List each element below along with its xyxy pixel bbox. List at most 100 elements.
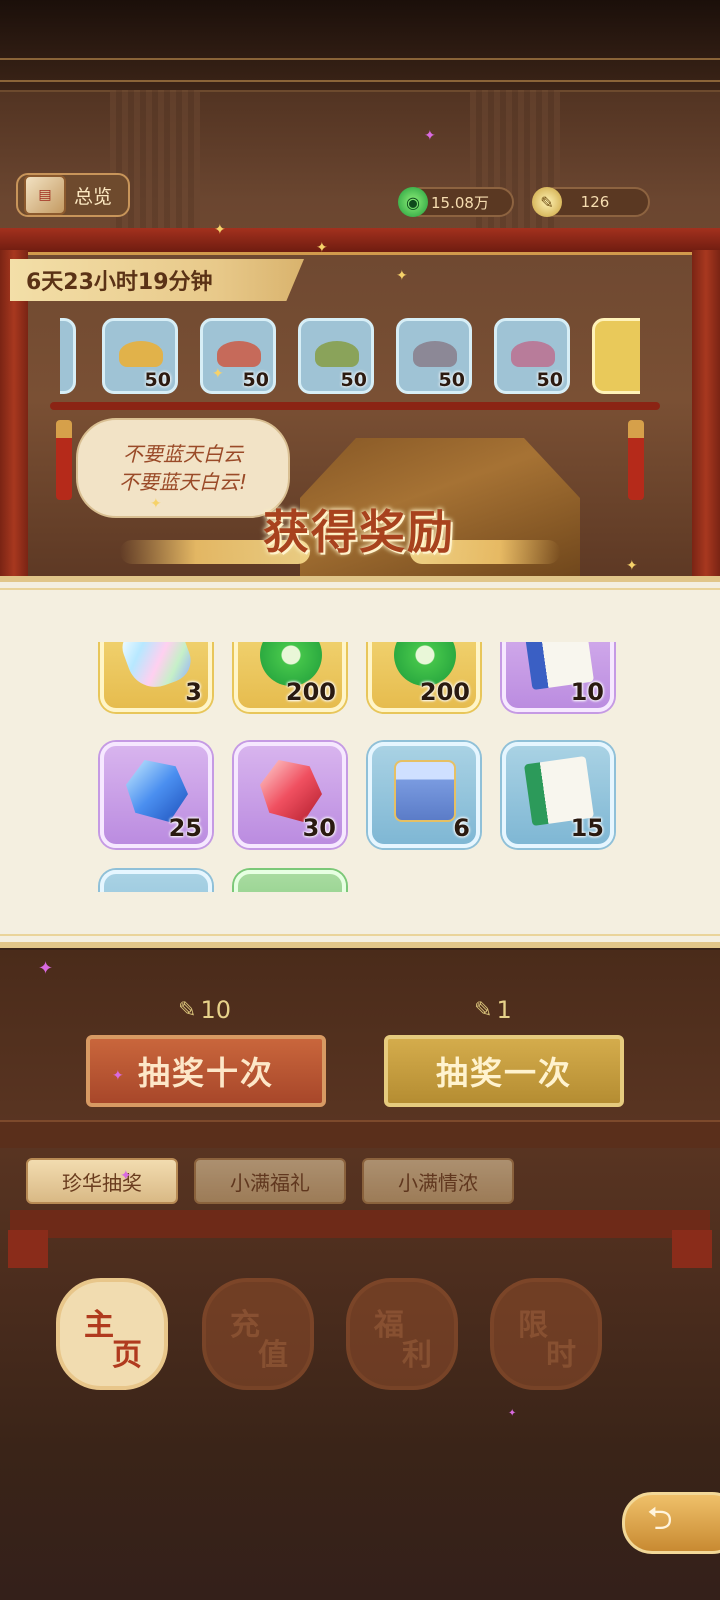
sparkle-icon: ✦ [38, 958, 54, 979]
reward-item[interactable]: 6 [368, 742, 480, 848]
one-draw-cost-value: 1 [496, 996, 512, 1024]
overview-label: 总览 [74, 185, 113, 208]
powder-pile-icon [217, 341, 261, 367]
prize-item[interactable]: 50 [494, 318, 570, 394]
prize-item[interactable]: 50 [200, 318, 276, 394]
left-pillar [0, 250, 28, 610]
reward-item[interactable]: 200 [368, 642, 480, 712]
reward-grid[interactable]: 3 200 200 10 25 30 6 15 [96, 642, 626, 892]
reward-item[interactable] [234, 870, 346, 892]
draw-one-button[interactable]: 抽奖一次 [384, 1035, 624, 1107]
feather-icon: ✎ [474, 997, 493, 1023]
overview-button[interactable]: ▤ 总览 [16, 173, 130, 217]
speech-line: 不要蓝天白云! [118, 470, 248, 494]
reward-title: 获得奖励 [263, 505, 455, 559]
nav-char: 限 [518, 1308, 548, 1343]
back-button[interactable]: ⮌ [622, 1492, 720, 1554]
tassel-decoration [56, 420, 72, 500]
sparkle-icon: ✦ [112, 1068, 124, 1084]
prize-item[interactable]: 50 [102, 318, 178, 394]
prize-item[interactable]: 50 [298, 318, 374, 394]
tab-xiaoman-gift[interactable]: 小满福礼 [194, 1158, 346, 1204]
reward-item[interactable] [100, 870, 212, 892]
book-icon: ▤ [24, 175, 66, 215]
reward-qty: 10 [570, 678, 604, 706]
speech-line: 不要蓝天白云 [123, 442, 243, 466]
red-crystal-icon [260, 760, 322, 822]
feather-icon: ✎ [532, 187, 562, 217]
base-leg [8, 1230, 48, 1268]
powder-pile-icon [413, 341, 457, 367]
prize-item[interactable]: 50 [396, 318, 472, 394]
reward-item[interactable]: 25 [100, 742, 212, 848]
right-pillar [692, 250, 720, 610]
feather-amount: 126 [580, 193, 610, 211]
sparkle-icon: ✦ [316, 240, 328, 256]
sparkle-icon: ✦ [396, 268, 408, 284]
prize-item[interactable] [60, 318, 76, 394]
nav-char: 利 [402, 1338, 432, 1373]
powder-pile-icon [119, 341, 163, 367]
tab-xiaoman-love[interactable]: 小满情浓 [362, 1158, 514, 1204]
prize-item[interactable] [592, 318, 640, 394]
sparkle-icon: ✦ [508, 1408, 517, 1419]
sparkle-icon: ✦ [214, 222, 226, 238]
reward-item[interactable]: 10 [502, 642, 614, 712]
ten-draw-cost: ✎ 10 [178, 996, 231, 1024]
nav-home[interactable]: 主 页 [56, 1278, 168, 1390]
base-leg [672, 1230, 712, 1268]
sparkle-icon: ✦ [212, 366, 224, 382]
nav-welfare[interactable]: 福 利 [346, 1278, 458, 1390]
sparkle-icon: ✦ [424, 128, 436, 144]
panel-border-line [0, 588, 720, 590]
shelf-decoration [470, 90, 560, 250]
jade-amount: 15.08万 [431, 193, 489, 212]
prize-qty: 50 [340, 369, 367, 391]
nav-char: 福 [374, 1308, 404, 1343]
reward-item[interactable]: 15 [502, 742, 614, 848]
nav-char: 页 [112, 1338, 142, 1373]
reward-item[interactable]: 200 [234, 642, 346, 712]
prize-item-row: 50 50 50 50 50 [60, 310, 640, 400]
feather-icon: ✎ [178, 997, 197, 1023]
powder-pile-icon [315, 341, 359, 367]
tassel-decoration [628, 420, 644, 500]
base-rail [10, 1210, 710, 1238]
tab-precious-draw[interactable]: 珍华抽奖 [26, 1158, 178, 1204]
prize-qty: 50 [242, 369, 269, 391]
blue-crystal-icon [126, 760, 188, 822]
jade-currency[interactable]: ◉ 15.08万 [398, 187, 514, 217]
reward-qty: 25 [168, 814, 202, 842]
reward-dialog[interactable]: 3 200 200 10 25 30 6 15 [0, 576, 720, 948]
reward-qty: 30 [302, 814, 336, 842]
prize-qty: 50 [144, 369, 171, 391]
reward-qty: 15 [570, 814, 604, 842]
sparkle-icon: ✦ [626, 558, 638, 574]
sparkle-icon: ✦ [120, 1168, 132, 1184]
treasure-chest-icon [394, 760, 456, 822]
hanging-rod [50, 402, 660, 410]
ten-draw-cost-value: 10 [200, 996, 231, 1024]
prize-qty: 50 [438, 369, 465, 391]
jade-coin-icon: ◉ [398, 187, 428, 217]
sparkle-icon: ✦ [150, 496, 162, 512]
reward-qty: 6 [453, 814, 470, 842]
stage-roof [0, 228, 720, 255]
nav-char: 主 [84, 1308, 114, 1343]
reward-qty: 200 [285, 678, 336, 706]
reward-qty: 200 [419, 678, 470, 706]
top-banner [0, 0, 720, 92]
nav-char: 充 [230, 1308, 260, 1343]
nav-recharge[interactable]: 充 值 [202, 1278, 314, 1390]
nav-limited[interactable]: 限 时 [490, 1278, 602, 1390]
counter-bar [0, 1120, 720, 1148]
reward-item[interactable]: 3 [100, 642, 212, 712]
reward-qty: 3 [185, 678, 202, 706]
nav-char: 时 [546, 1338, 576, 1373]
reward-item[interactable]: 30 [234, 742, 346, 848]
panel-border-line [0, 934, 720, 936]
prize-qty: 50 [536, 369, 563, 391]
one-draw-cost: ✎ 1 [474, 996, 512, 1024]
feather-currency[interactable]: ✎ 126 [532, 187, 650, 217]
back-arrow-icon: ⮌ [647, 1499, 673, 1537]
